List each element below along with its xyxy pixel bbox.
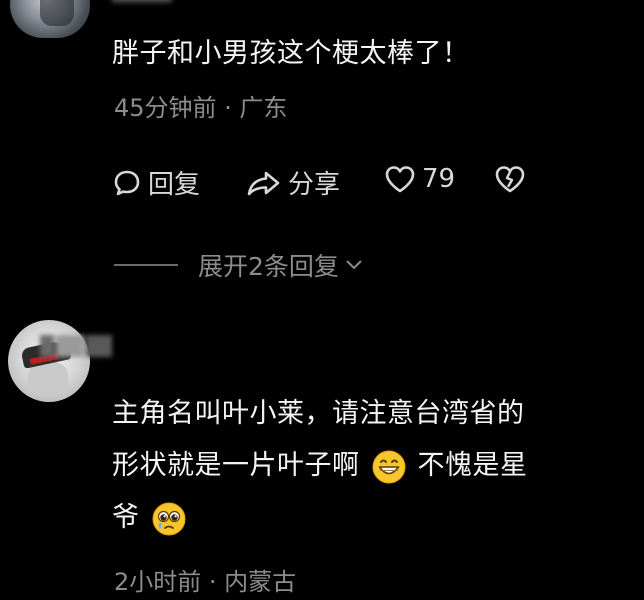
- username-blurred[interactable]: [112, 0, 172, 2]
- broken-heart-icon: [495, 166, 525, 193]
- comment-text: 胖子和小男孩这个梗太棒了！: [112, 38, 470, 69]
- username-blurred[interactable]: [40, 331, 250, 361]
- reply-label: 回复: [148, 170, 201, 200]
- comment-meta: 45分钟前 · 广东: [114, 94, 288, 122]
- share-icon: [247, 171, 280, 195]
- comment-icon: [114, 170, 140, 195]
- like-count: 79: [422, 164, 456, 194]
- share-button[interactable]: 分享: [246, 164, 340, 201]
- expand-replies-label: 展开2条回复: [198, 252, 339, 281]
- chevron-down-icon: [346, 260, 362, 270]
- comment-text-line-2: 形状就是一片叶子啊 不愧是星: [112, 448, 528, 484]
- expand-replies-button[interactable]: 展开2条回复: [114, 247, 363, 283]
- comment-text-segment: 形状就是一片叶子啊: [112, 450, 360, 481]
- comment-text-line-3: 爷: [112, 500, 198, 536]
- share-label: 分享: [288, 170, 341, 200]
- dislike-button[interactable]: [494, 164, 526, 194]
- comment-text-line-1: 主角名叫叶小莱，请注意台湾省的: [112, 398, 525, 429]
- reply-button[interactable]: 回复: [112, 164, 200, 201]
- pleading-face-icon: [152, 502, 185, 535]
- comment-text-segment: 爷: [112, 502, 140, 533]
- grinning-face-icon: [372, 450, 405, 483]
- comment-meta: 2小时前 · 内蒙古: [114, 568, 297, 596]
- like-button[interactable]: 79: [384, 164, 455, 194]
- avatar[interactable]: [10, 0, 90, 38]
- divider-line: [114, 264, 178, 266]
- heart-icon: [385, 166, 415, 193]
- comment-text-segment: 不愧是星: [417, 450, 528, 481]
